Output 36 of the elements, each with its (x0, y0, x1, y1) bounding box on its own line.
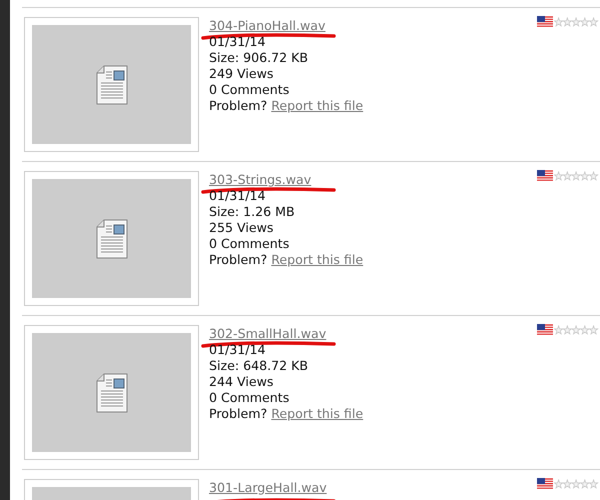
flag-icon (537, 170, 553, 181)
problem-label: Problem? (209, 406, 268, 421)
document-icon (96, 372, 128, 412)
upload-date: 01/31/14 (209, 34, 266, 49)
comment-count: 0 Comments (209, 390, 290, 405)
problem-label: Problem? (209, 98, 268, 113)
report-link[interactable]: Report this file (271, 252, 364, 267)
view-count: 249 Views (209, 66, 274, 81)
file-thumbnail[interactable] (24, 325, 199, 460)
document-icon (96, 64, 128, 104)
file-size: Size: 1.26 MB (209, 204, 295, 219)
star-rating[interactable] (554, 170, 600, 180)
file-thumbnail[interactable] (24, 171, 199, 306)
flag-icon (537, 324, 553, 335)
report-link[interactable]: Report this file (271, 98, 364, 113)
upload-date: 01/31/14 (209, 188, 266, 203)
file-link[interactable]: 304-PianoHall.wav (209, 18, 326, 33)
file-link[interactable]: 301-LargeHall.wav (209, 480, 327, 495)
report-link[interactable]: Report this file (271, 406, 364, 421)
document-icon (96, 218, 128, 258)
star-rating[interactable] (554, 16, 600, 26)
file-size: Size: 906.72 KB (209, 50, 308, 65)
view-count: 244 Views (209, 374, 274, 389)
flag-icon (537, 478, 553, 489)
file-thumbnail[interactable] (24, 17, 199, 152)
problem-label: Problem? (209, 252, 268, 267)
file-link[interactable]: 303-Strings.wav (209, 172, 312, 187)
file-size: Size: 648.72 KB (209, 358, 308, 373)
view-count: 255 Views (209, 220, 274, 235)
comment-count: 0 Comments (209, 82, 290, 97)
file-link[interactable]: 302-SmallHall.wav (209, 326, 326, 341)
star-rating[interactable] (554, 324, 600, 334)
comment-count: 0 Comments (209, 236, 290, 251)
star-rating[interactable] (554, 478, 600, 488)
flag-icon (537, 16, 553, 27)
upload-date: 01/31/14 (209, 342, 266, 357)
